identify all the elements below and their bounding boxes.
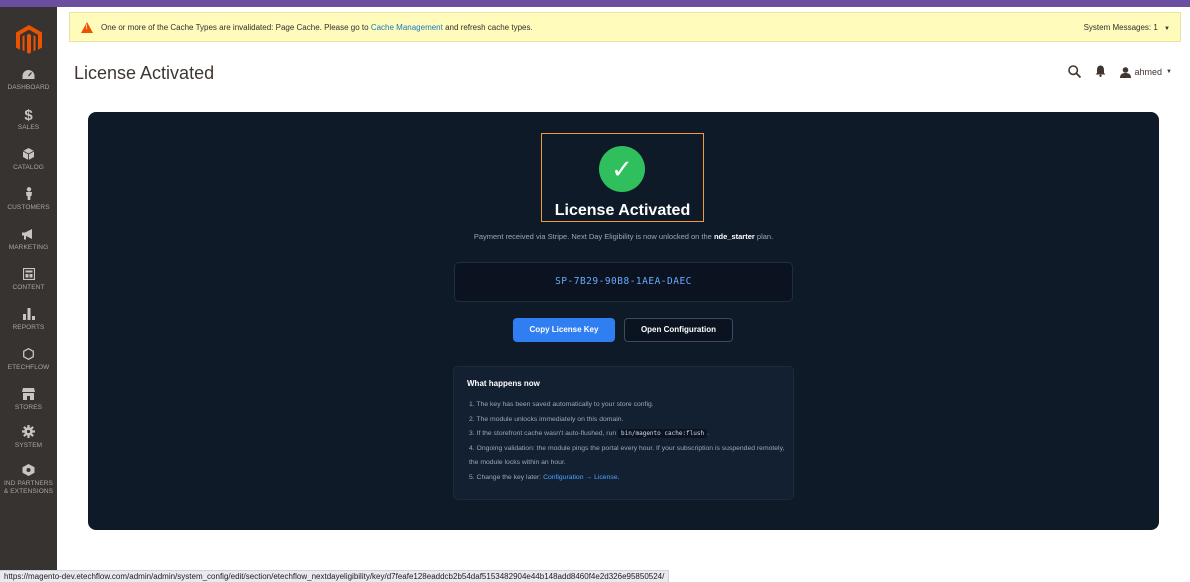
nav-system-label: SYSTEM [14,442,43,449]
megaphone-icon [0,227,57,244]
nav-customers-label: CUSTOMERS [7,204,50,211]
nav-etechflow-label: ETECHFLOW [7,364,50,371]
top-accent-bar [0,0,1190,7]
cache-flush-command: bin/magento cache:flush [618,429,708,438]
what-happens-title: What happens now [467,379,540,388]
plan-name: nde_starter [713,232,755,241]
system-message-text-after: and refresh cache types. [445,23,533,32]
card-title: License Activated [554,202,691,219]
nav-etechflow[interactable]: ETECHFLOW [0,347,57,372]
search-icon[interactable] [1067,64,1081,80]
subtext-after: plan. [756,232,774,241]
cube-icon [0,147,57,164]
nav-system[interactable]: SYSTEM [0,425,57,450]
system-message-text-before: One or more of the Cache Types are inval… [101,23,369,32]
step3-text-after: . [707,430,710,437]
user-name: ahmed [1134,67,1163,77]
nav-sales[interactable]: $ SALES [0,107,57,132]
nav-marketing[interactable]: MARKETING [0,227,57,252]
nav-customers[interactable]: CUSTOMERS [0,187,57,212]
gear-icon [0,425,57,442]
nav-partners-label: IND PARTNERS [4,480,53,487]
nav-content[interactable]: CONTENT [0,267,57,292]
license-key-display[interactable]: SP-7B29-90B8-1AEA-DAEC [454,262,793,302]
payment-confirmation-text: Payment received via Stripe. Next Day El… [88,232,1159,241]
nav-stores-label: STORES [14,404,43,411]
browser-status-url: https://magento-dev.etechflow.com/admin/… [0,570,670,582]
hexagon-icon [0,347,57,364]
person-icon [0,187,57,204]
store-icon [0,387,57,404]
what-happens-steps: 1. The key has been saved automatically … [469,398,789,485]
dashboard-icon [0,67,57,84]
subtext-before: Payment received via Stripe. Next Day El… [473,232,712,241]
nav-content-label: CONTENT [12,284,45,291]
dollar-icon: $ [24,107,33,124]
bar-chart-icon [0,307,57,324]
nav-partners-extensions[interactable]: IND PARTNERS & EXTENSIONS [0,463,57,496]
user-account-menu[interactable]: ahmed ▼ [1119,66,1172,78]
nav-reports-label: REPORTS [12,324,45,331]
nav-catalog-label: CATALOG [13,164,44,171]
nav-stores[interactable]: STORES [0,387,57,412]
nav-partners-label-2: & EXTENSIONS [3,488,54,495]
step-item: 5. Change the key later: Configuration →… [469,471,789,486]
magento-logo[interactable] [16,25,42,55]
what-happens-panel: What happens now 1. The key has been sav… [453,366,794,500]
nav-marketing-label: MARKETING [8,244,49,251]
open-configuration-button[interactable]: Open Configuration [624,318,733,342]
system-messages-dropdown[interactable]: System Messages: 1 ▼ [1084,23,1170,32]
nav-sales-label: SALES [17,124,40,131]
step3-text: 3. If the storefront cache wasn't auto-f… [469,430,617,437]
layout-icon [0,267,57,284]
step-item: 1. The key has been saved automatically … [469,401,654,408]
admin-sidebar: DASHBOARD $ SALES CATALOG CUSTOMERS MARK… [0,7,57,582]
system-message-bar: ! One or more of the Cache Types are inv… [69,12,1181,42]
caret-down-icon: ▼ [1166,69,1172,75]
step5-text-after: . [617,473,620,481]
user-icon [1119,66,1131,78]
nav-catalog[interactable]: CATALOG [0,147,57,172]
nav-dashboard[interactable]: DASHBOARD [0,67,57,92]
checkmark-icon: ✓ [599,146,645,192]
copy-license-key-button[interactable]: Copy License Key [513,318,615,342]
system-messages-count: System Messages: 1 [1083,23,1158,32]
nav-dashboard-label: DASHBOARD [7,84,50,91]
cache-management-link[interactable]: Cache Management [371,23,443,32]
notifications-bell-icon[interactable] [1095,65,1106,79]
system-message-text: One or more of the Cache Types are inval… [101,23,533,32]
step-item: 4. Ongoing validation: the module pings … [469,444,785,467]
configuration-license-link[interactable]: Configuration → License [543,474,617,481]
step-item: 3. If the storefront cache wasn't auto-f… [469,427,789,442]
step5-text: 5. Change the key later: [469,473,542,481]
partners-icon [0,463,57,480]
caret-down-icon: ▼ [1164,26,1170,32]
nav-reports[interactable]: REPORTS [0,307,57,332]
step-item: 2. The module unlocks immediately on thi… [469,415,624,423]
page-title: License Activated [74,63,215,83]
header-actions: ahmed ▼ [1067,62,1172,82]
